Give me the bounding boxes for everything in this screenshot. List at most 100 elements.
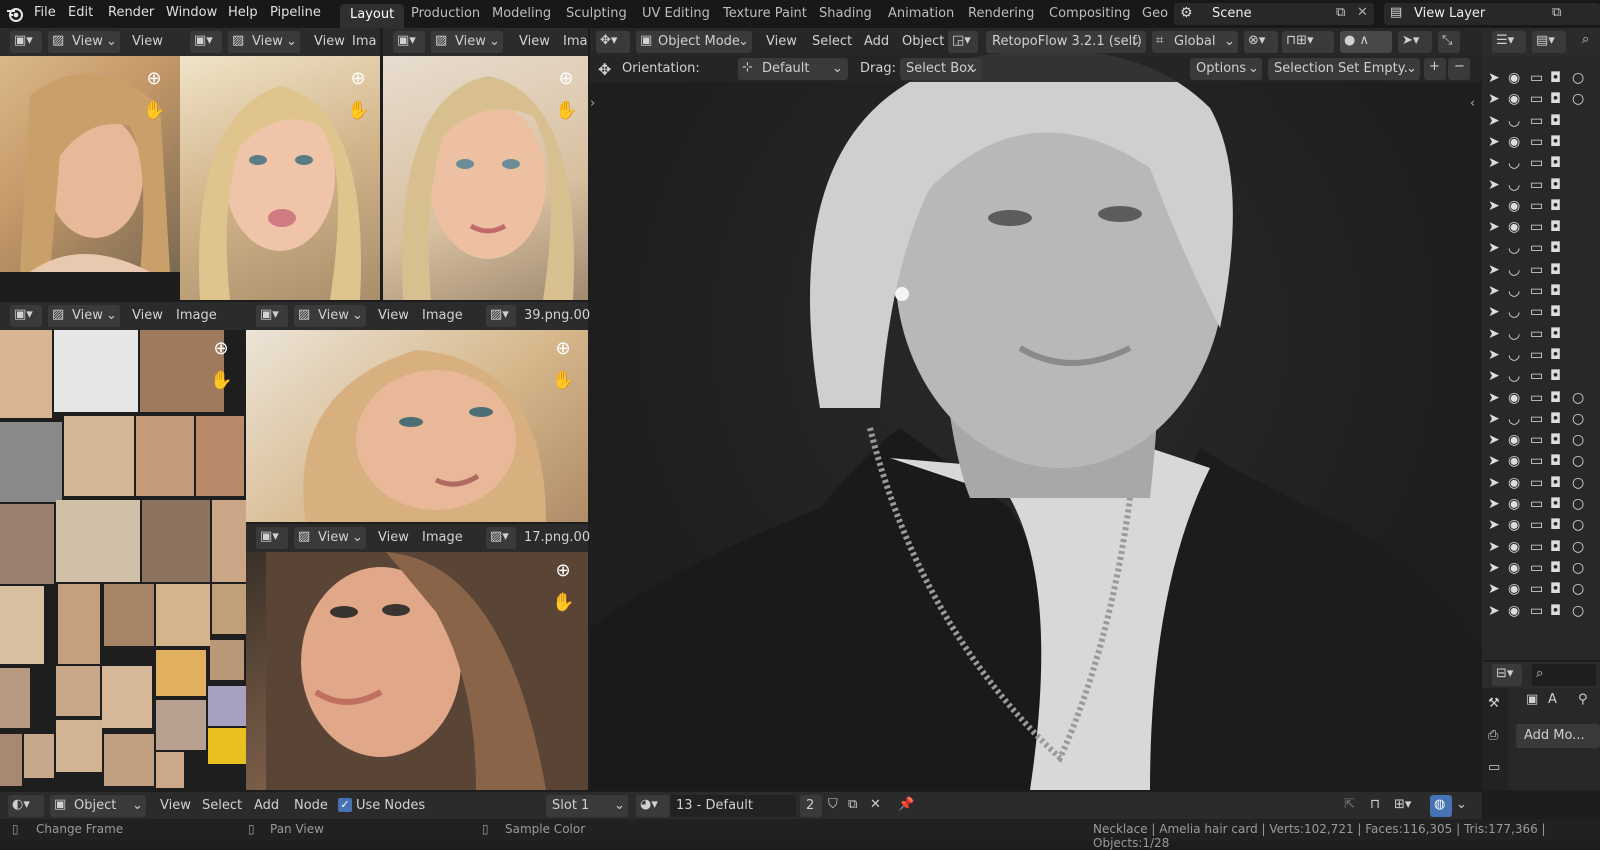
shader-type-dropdown[interactable]: ▣ Object ⌄ bbox=[50, 795, 146, 817]
monitor-icon[interactable]: ▭ bbox=[1530, 453, 1543, 469]
display-mode-dropdown[interactable]: ▤▾ bbox=[1532, 31, 1566, 53]
outliner-row[interactable]: ➤ ◡ ▭ ◘ bbox=[1488, 175, 1594, 197]
camera-icon[interactable]: ◘ bbox=[1550, 198, 1561, 214]
eye-icon[interactable]: ◉ bbox=[1508, 560, 1520, 576]
tab-texture-paint[interactable]: Texture Paint bbox=[723, 6, 807, 21]
menu-select[interactable]: Select bbox=[812, 34, 852, 49]
holdout-icon[interactable]: ○ bbox=[1572, 91, 1584, 107]
new-view-layer-icon[interactable]: ⧉ bbox=[1552, 5, 1561, 20]
monitor-icon[interactable]: ▭ bbox=[1530, 283, 1543, 299]
outliner-row[interactable]: ➤ ◡ ▭ ◘ bbox=[1488, 281, 1594, 303]
select-icon[interactable]: ➤ bbox=[1488, 560, 1500, 576]
select-icon[interactable]: ➤ bbox=[1488, 283, 1500, 299]
parent-node-icon[interactable]: ⇱ bbox=[1344, 797, 1355, 812]
sidebar-expand-icon[interactable]: ‹ bbox=[1470, 96, 1475, 111]
monitor-icon[interactable]: ▭ bbox=[1530, 113, 1543, 129]
unlink-icon[interactable]: ✕ bbox=[870, 797, 881, 812]
camera-icon[interactable]: ◘ bbox=[1550, 453, 1561, 469]
outliner-row[interactable]: ➤ ◉ ▭ ◘ ○ bbox=[1488, 89, 1594, 111]
camera-icon[interactable]: ◘ bbox=[1550, 113, 1561, 129]
toolbar-expand-icon[interactable]: › bbox=[590, 96, 595, 111]
tab-compositing[interactable]: Compositing bbox=[1049, 6, 1131, 21]
camera-icon[interactable]: ◘ bbox=[1550, 368, 1561, 384]
add-selection-set-button[interactable]: + bbox=[1424, 58, 1446, 80]
holdout-icon[interactable]: ○ bbox=[1572, 603, 1584, 619]
camera-icon[interactable]: ◘ bbox=[1550, 390, 1561, 406]
mode-toggle-button[interactable]: ◲▾ bbox=[948, 31, 978, 53]
eye-icon[interactable]: ◉ bbox=[1508, 198, 1520, 214]
eye-icon[interactable]: ◉ bbox=[1508, 453, 1520, 469]
menu-edit[interactable]: Edit bbox=[68, 5, 93, 20]
select-icon[interactable]: ➤ bbox=[1488, 240, 1500, 256]
outliner-row[interactable]: ➤ ◉ ▭ ◘ ○ bbox=[1488, 494, 1594, 516]
menu-view[interactable]: View bbox=[378, 308, 409, 323]
pin-icon[interactable]: 📌 bbox=[898, 797, 914, 812]
search-icon[interactable]: ⌕ bbox=[1582, 32, 1589, 47]
outliner-row[interactable]: ➤ ◡ ▭ ◘ bbox=[1488, 260, 1594, 282]
camera-icon[interactable]: ◘ bbox=[1550, 560, 1561, 576]
close-icon[interactable]: ✕ bbox=[1357, 5, 1368, 20]
monitor-icon[interactable]: ▭ bbox=[1530, 475, 1543, 491]
menu-view[interactable]: View bbox=[766, 34, 797, 49]
select-icon[interactable]: ➤ bbox=[1488, 390, 1500, 406]
select-icon[interactable]: ➤ bbox=[1488, 368, 1500, 384]
monitor-icon[interactable]: ▭ bbox=[1530, 411, 1543, 427]
tool-tab-icon[interactable]: ⚒ bbox=[1488, 696, 1500, 711]
select-icon[interactable]: ➤ bbox=[1488, 539, 1500, 555]
image-editor-3-canvas[interactable]: ⊕ ✋ bbox=[383, 56, 588, 300]
menu-image[interactable]: Image bbox=[176, 308, 217, 323]
menu-image[interactable]: Ima bbox=[352, 34, 376, 49]
proportional-edit-toggle[interactable]: ● ∧ bbox=[1340, 31, 1392, 53]
browse-image-button[interactable]: ▨▾ bbox=[486, 305, 516, 327]
tab-production[interactable]: Production bbox=[411, 6, 480, 21]
menu-node[interactable]: Node bbox=[294, 798, 328, 813]
tab-geometry-nodes[interactable]: Geo bbox=[1142, 6, 1168, 21]
select-icon[interactable]: ➤ bbox=[1488, 475, 1500, 491]
monitor-icon[interactable]: ▭ bbox=[1530, 219, 1543, 235]
monitor-icon[interactable]: ▭ bbox=[1530, 91, 1543, 107]
eye-closed-icon[interactable]: ◡ bbox=[1508, 326, 1520, 342]
outliner-row[interactable]: ➤ ◉ ▭ ◘ ○ bbox=[1488, 473, 1594, 495]
menu-add[interactable]: Add bbox=[864, 34, 889, 49]
image-filename[interactable]: 39.png.00 bbox=[524, 308, 590, 323]
image-editor-4-canvas[interactable]: ⊕ ✋ bbox=[0, 330, 246, 790]
slot-dropdown[interactable]: Slot 1 ⌄ bbox=[546, 795, 628, 817]
holdout-icon[interactable]: ○ bbox=[1572, 539, 1584, 555]
holdout-icon[interactable]: ○ bbox=[1572, 411, 1584, 427]
camera-icon[interactable]: ◘ bbox=[1550, 326, 1561, 342]
pan-hand-icon[interactable]: ✋ bbox=[555, 100, 577, 122]
monitor-icon[interactable]: ▭ bbox=[1530, 198, 1543, 214]
select-icon[interactable]: ➤ bbox=[1488, 517, 1500, 533]
select-icon[interactable]: ➤ bbox=[1488, 91, 1500, 107]
transform-orientation-dropdown[interactable]: ⌗ Global ⌄ bbox=[1152, 31, 1238, 53]
outliner-row[interactable]: ➤ ◡ ▭ ◘ bbox=[1488, 153, 1594, 175]
select-icon[interactable]: ➤ bbox=[1488, 432, 1500, 448]
eye-icon[interactable]: ◉ bbox=[1508, 539, 1520, 555]
pan-hand-icon[interactable]: ✋ bbox=[552, 592, 574, 614]
select-icon[interactable]: ➤ bbox=[1488, 113, 1500, 129]
menu-view[interactable]: View bbox=[132, 34, 163, 49]
monitor-icon[interactable]: ▭ bbox=[1530, 560, 1543, 576]
view-mode-dropdown[interactable]: ▨ View ⌄ bbox=[294, 305, 366, 327]
zoom-icon[interactable]: ⊕ bbox=[552, 338, 574, 360]
view-mode-dropdown[interactable]: ▨ View ⌄ bbox=[294, 527, 366, 549]
view-mode-dropdown[interactable]: ▨ View ⌄ bbox=[48, 305, 120, 327]
select-icon[interactable]: ➤ bbox=[1488, 326, 1500, 342]
outliner-row[interactable]: ➤ ◉ ▭ ◘ ○ bbox=[1488, 537, 1594, 559]
browse-material-button[interactable]: ◕▾ bbox=[636, 795, 670, 817]
select-icon[interactable]: ➤ bbox=[1488, 155, 1500, 171]
select-icon[interactable]: ➤ bbox=[1488, 134, 1500, 150]
image-filename[interactable]: 17.png.00 bbox=[524, 530, 590, 545]
image-editor-2-canvas[interactable]: ⊕ ✋ bbox=[180, 56, 380, 300]
eye-closed-icon[interactable]: ◡ bbox=[1508, 283, 1520, 299]
monitor-icon[interactable]: ▭ bbox=[1530, 326, 1543, 342]
select-icon[interactable]: ➤ bbox=[1488, 304, 1500, 320]
holdout-icon[interactable]: ○ bbox=[1572, 390, 1584, 406]
retopoflow-dropdown[interactable]: RetopoFlow 3.2.1 (self) ⌄ bbox=[986, 31, 1146, 53]
camera-icon[interactable]: ◘ bbox=[1550, 240, 1561, 256]
eye-icon[interactable]: ◉ bbox=[1508, 70, 1520, 86]
menu-file[interactable]: File bbox=[34, 5, 56, 20]
use-nodes-checkbox[interactable]: ✓ bbox=[338, 798, 352, 812]
outliner-row[interactable]: ➤ ◉ ▭ ◘ ○ bbox=[1488, 68, 1594, 90]
holdout-icon[interactable]: ○ bbox=[1572, 560, 1584, 576]
